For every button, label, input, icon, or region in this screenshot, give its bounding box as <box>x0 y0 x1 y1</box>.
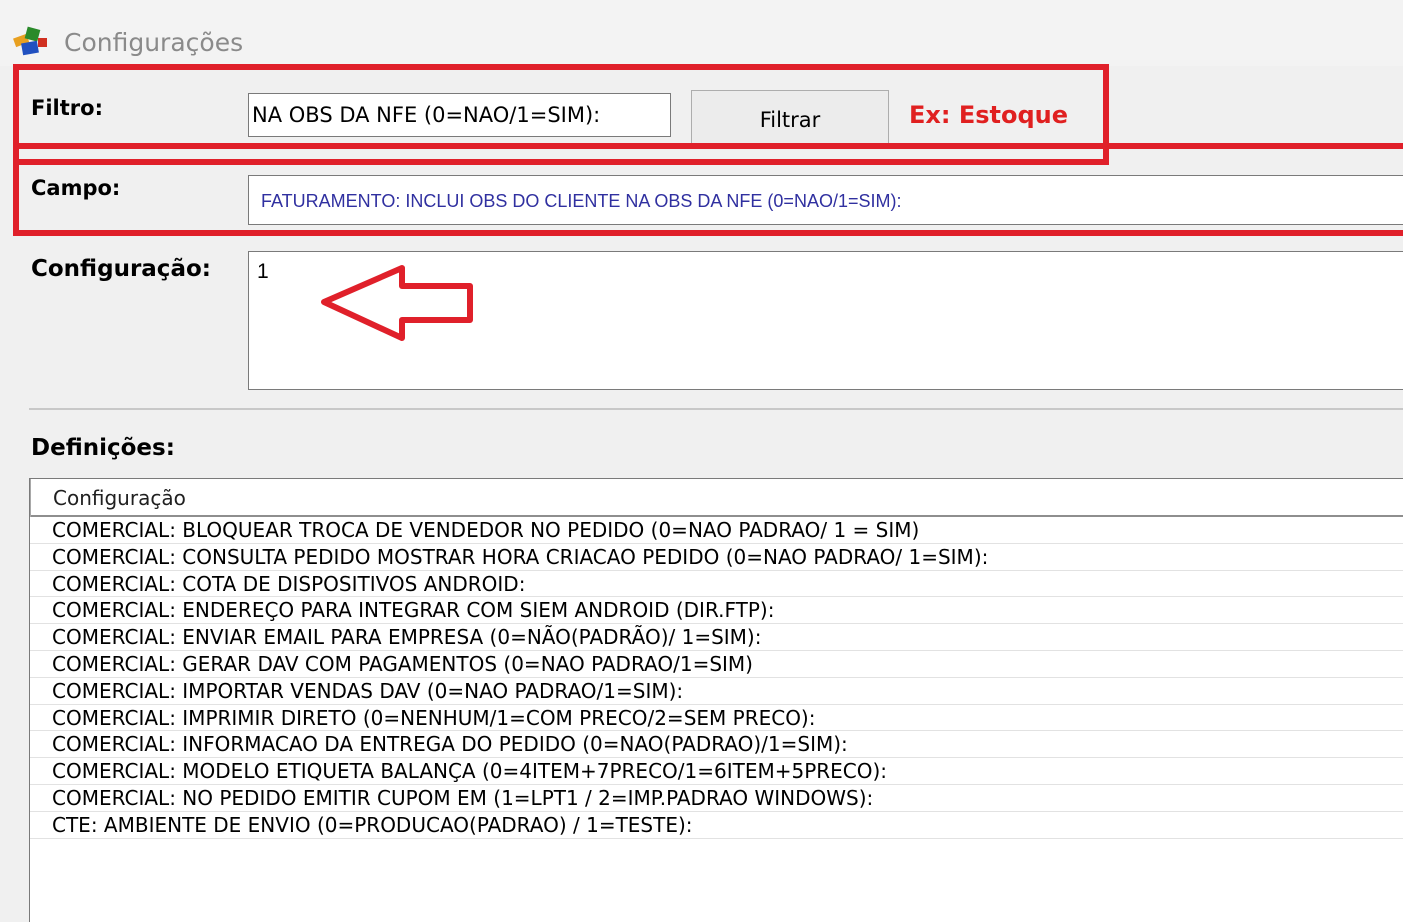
table-row[interactable]: COMERCIAL: MODELO ETIQUETA BALANÇA (0=4I… <box>30 758 1403 785</box>
table-row[interactable]: COMERCIAL: IMPRIMIR DIRETO (0=NENHUM/1=C… <box>30 705 1403 732</box>
configuracoes-window: Configurações Filtro: NA OBS DA NFE (0=N… <box>0 0 1403 922</box>
configuracao-label: Configuração: <box>31 256 211 282</box>
definicoes-grid[interactable]: Configuração COMERCIAL: BLOQUEAR TROCA D… <box>29 478 1403 922</box>
column-header-configuracao[interactable]: Configuração <box>30 479 1403 517</box>
table-row[interactable]: COMERCIAL: COTA DE DISPOSITIVOS ANDROID: <box>30 571 1403 598</box>
title-bar: Configurações <box>0 0 1403 66</box>
table-row[interactable]: CTE: AMBIENTE DE ENVIO (0=PRODUCAO(PADRA… <box>30 812 1403 839</box>
table-row[interactable]: COMERCIAL: BLOQUEAR TROCA DE VENDEDOR NO… <box>30 517 1403 544</box>
window-title: Configurações <box>64 28 244 57</box>
section-divider <box>29 408 1403 410</box>
table-row[interactable]: COMERCIAL: IMPORTAR VENDAS DAV (0=NAO PA… <box>30 678 1403 705</box>
table-row[interactable]: COMERCIAL: ENVIAR EMAIL PARA EMPRESA (0=… <box>30 624 1403 651</box>
table-row[interactable]: COMERCIAL: NO PEDIDO EMITIR CUPOM EM (1=… <box>30 785 1403 812</box>
campo-highlight-box <box>13 143 1403 236</box>
table-row[interactable]: COMERCIAL: GERAR DAV COM PAGAMENTOS (0=N… <box>30 651 1403 678</box>
app-logo-icon <box>13 26 47 56</box>
table-row[interactable]: COMERCIAL: CONSULTA PEDIDO MOSTRAR HORA … <box>30 544 1403 571</box>
table-row[interactable]: COMERCIAL: ENDEREÇO PARA INTEGRAR COM SI… <box>30 597 1403 625</box>
table-row[interactable]: COMERCIAL: INFORMACAO DA ENTREGA DO PEDI… <box>30 731 1403 759</box>
grid-header: Configuração <box>30 479 1403 517</box>
left-arrow-annotation-icon <box>321 265 473 341</box>
grid-rows: COMERCIAL: BLOQUEAR TROCA DE VENDEDOR NO… <box>30 517 1403 839</box>
definicoes-label: Definições: <box>31 435 175 461</box>
